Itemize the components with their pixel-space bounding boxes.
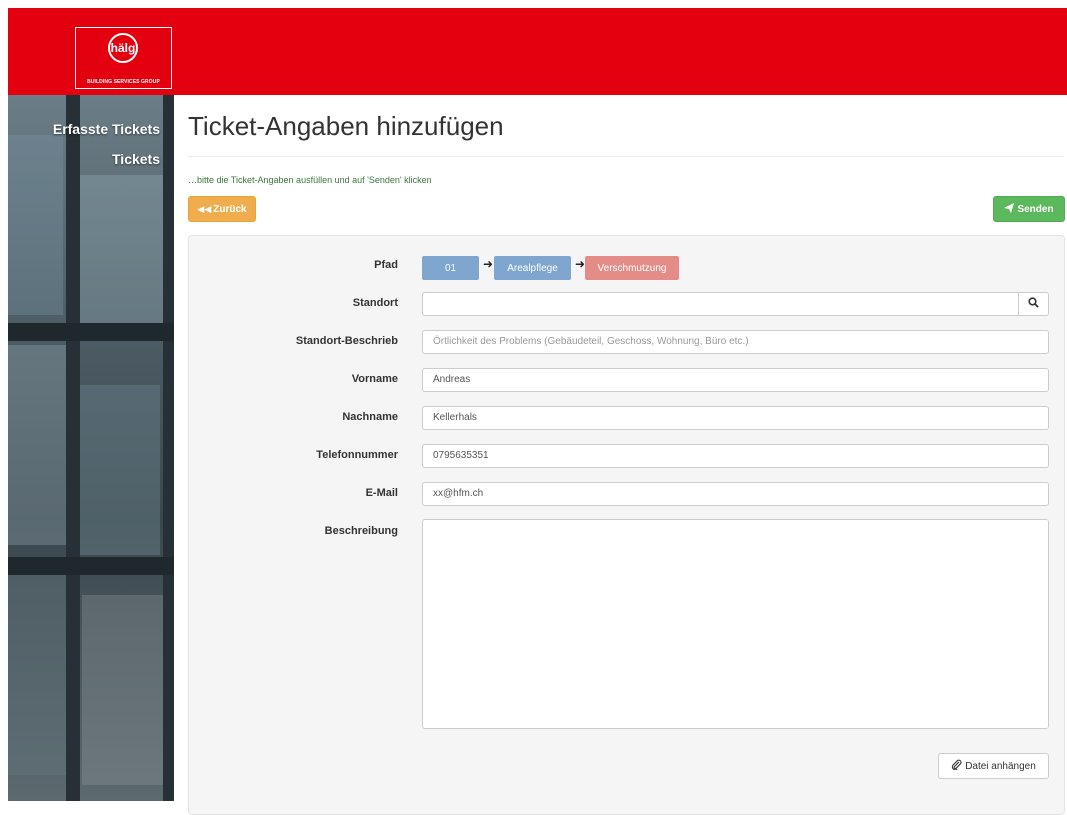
instruction-text: …bitte die Ticket-Angaben ausfüllen und … [188, 175, 432, 185]
send-button-label: Senden [1017, 203, 1054, 215]
vorname-input[interactable]: Andreas [422, 368, 1049, 392]
back-button[interactable]: ◀◀ Zurück [188, 196, 256, 222]
logo-subtitle: BUILDING SERVICES GROUP [87, 79, 160, 85]
ticket-form: Pfad 01 ➜ Arealpflege ➜ Verschmutzung St… [188, 235, 1065, 815]
label-pfad: Pfad [374, 259, 398, 271]
paper-plane-icon [1004, 202, 1015, 216]
label-beschreibung: Beschreibung [324, 525, 398, 537]
label-email: E-Mail [365, 487, 398, 499]
label-vorname: Vorname [351, 373, 398, 385]
paperclip-icon [951, 759, 962, 773]
beschreibung-textarea[interactable] [422, 519, 1049, 729]
standort-beschrieb-input[interactable]: Örtlichkeit des Problems (Gebäudeteil, G… [422, 330, 1049, 354]
label-telefonnummer: Telefonnummer [316, 449, 398, 461]
label-standort-beschrieb: Standort-Beschrieb [295, 335, 398, 347]
standort-input[interactable] [422, 292, 1019, 316]
search-icon [1028, 295, 1039, 313]
label-standort: Standort [352, 297, 398, 309]
page-title: Ticket-Angaben hinzufügen [188, 111, 504, 141]
company-logo[interactable]: hälg BUILDING SERVICES GROUP [75, 27, 172, 89]
title-divider [188, 156, 1064, 157]
email-input[interactable]: xx@hfm.ch [422, 482, 1049, 506]
standort-search-button[interactable] [1018, 292, 1049, 316]
telefonnummer-input[interactable]: 0795635351 [422, 444, 1049, 468]
back-button-label: Zurück [213, 203, 247, 215]
arrow-right-icon: ➜ [483, 257, 494, 271]
sidebar: Erfasste Tickets Tickets [8, 95, 174, 801]
double-left-arrow-icon: ◀◀ [197, 203, 212, 214]
sidebar-item-erfasste-tickets[interactable]: Erfasste Tickets [53, 121, 160, 137]
label-nachname: Nachname [342, 411, 398, 423]
attach-file-label: Datei anhängen [965, 760, 1036, 772]
attach-file-button[interactable]: Datei anhängen [938, 753, 1049, 779]
logo-mark: hälg [108, 33, 138, 63]
sidebar-item-tickets[interactable]: Tickets [112, 151, 160, 167]
send-button[interactable]: Senden [993, 196, 1065, 222]
path-step-verschmutzung[interactable]: Verschmutzung [585, 256, 679, 280]
arrow-right-icon: ➜ [575, 257, 586, 271]
path-step-arealpflege[interactable]: Arealpflege [494, 256, 571, 280]
path-step-01[interactable]: 01 [422, 256, 479, 280]
nachname-input[interactable]: Kellerhals [422, 406, 1049, 430]
